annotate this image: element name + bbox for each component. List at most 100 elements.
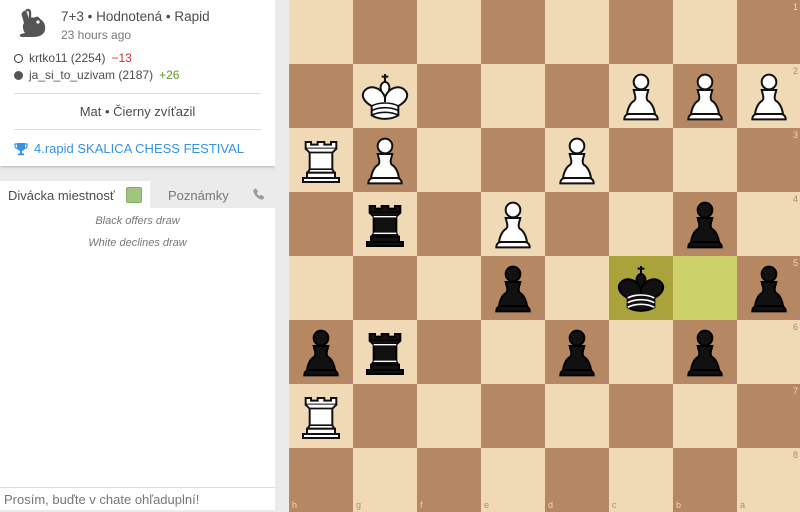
- square-c8[interactable]: c: [609, 448, 673, 512]
- square-b8[interactable]: b: [673, 448, 737, 512]
- square-c1[interactable]: [609, 0, 673, 64]
- square-b1[interactable]: [673, 0, 737, 64]
- square-b3[interactable]: [673, 128, 737, 192]
- square-d3[interactable]: [545, 128, 609, 192]
- player-name[interactable]: ja_si_to_uzivam (2187): [29, 68, 153, 82]
- square-e1[interactable]: [481, 0, 545, 64]
- square-h1[interactable]: [289, 0, 353, 64]
- square-b2[interactable]: [673, 64, 737, 128]
- square-c3[interactable]: [609, 128, 673, 192]
- square-e3[interactable]: [481, 128, 545, 192]
- player-white[interactable]: krtko11 (2254) −13: [14, 51, 132, 65]
- square-h6[interactable]: [289, 320, 353, 384]
- square-e6[interactable]: [481, 320, 545, 384]
- divider: [14, 93, 261, 94]
- chat-input[interactable]: Prosím, buďte v chate ohľaduplní!: [0, 487, 275, 510]
- square-d4[interactable]: [545, 192, 609, 256]
- square-d2[interactable]: [545, 64, 609, 128]
- square-e5[interactable]: [481, 256, 545, 320]
- white-rook-icon[interactable]: [291, 386, 351, 446]
- white-pawn-icon[interactable]: [611, 66, 671, 126]
- square-a3[interactable]: 3: [737, 128, 800, 192]
- square-g3[interactable]: [353, 128, 417, 192]
- black-pawn-icon[interactable]: [547, 322, 607, 382]
- square-h2[interactable]: [289, 64, 353, 128]
- black-pawn-icon[interactable]: [675, 194, 735, 254]
- tab-label[interactable]: Divácka miestnosť: [8, 188, 115, 203]
- square-a4[interactable]: 4: [737, 192, 800, 256]
- player-black[interactable]: ja_si_to_uzivam (2187) +26: [14, 68, 179, 82]
- trophy-icon: [14, 142, 28, 155]
- square-a7[interactable]: 7: [737, 384, 800, 448]
- square-g7[interactable]: [353, 384, 417, 448]
- black-pawn-icon[interactable]: [483, 258, 543, 318]
- square-b6[interactable]: [673, 320, 737, 384]
- white-rook-icon[interactable]: [291, 130, 351, 190]
- black-pawn-icon[interactable]: [675, 322, 735, 382]
- square-f1[interactable]: [417, 0, 481, 64]
- square-e7[interactable]: [481, 384, 545, 448]
- square-b7[interactable]: [673, 384, 737, 448]
- white-pawn-icon[interactable]: [355, 130, 415, 190]
- square-h7[interactable]: [289, 384, 353, 448]
- square-e2[interactable]: [481, 64, 545, 128]
- black-pawn-icon[interactable]: [739, 258, 799, 318]
- square-c2[interactable]: [609, 64, 673, 128]
- square-f5[interactable]: [417, 256, 481, 320]
- square-h3[interactable]: [289, 128, 353, 192]
- square-d7[interactable]: [545, 384, 609, 448]
- square-g4[interactable]: [353, 192, 417, 256]
- white-pawn-icon[interactable]: [483, 194, 543, 254]
- tournament-name[interactable]: 4.rapid SKALICA CHESS FESTIVAL: [34, 141, 244, 156]
- white-pawn-icon[interactable]: [547, 130, 607, 190]
- white-pawn-icon[interactable]: [675, 66, 735, 126]
- tournament-link[interactable]: 4.rapid SKALICA CHESS FESTIVAL: [14, 141, 244, 156]
- square-a2[interactable]: 2: [737, 64, 800, 128]
- black-pawn-icon[interactable]: [291, 322, 351, 382]
- square-g8[interactable]: g: [353, 448, 417, 512]
- rank-label: 1: [792, 2, 798, 12]
- chat-toggle[interactable]: [126, 187, 142, 203]
- black-rook-icon[interactable]: [355, 194, 415, 254]
- square-g2[interactable]: [353, 64, 417, 128]
- square-h4[interactable]: [289, 192, 353, 256]
- chess-board[interactable]: 1 2 3 4 5 6 7 h g f e d c b 8 a: [289, 0, 800, 512]
- white-king-icon[interactable]: [355, 66, 415, 126]
- black-king-icon[interactable]: [611, 258, 671, 318]
- square-g6[interactable]: [353, 320, 417, 384]
- square-f3[interactable]: [417, 128, 481, 192]
- square-e4[interactable]: [481, 192, 545, 256]
- square-c7[interactable]: [609, 384, 673, 448]
- square-f6[interactable]: [417, 320, 481, 384]
- file-label: a: [740, 500, 746, 510]
- square-a1[interactable]: 1: [737, 0, 800, 64]
- square-h5[interactable]: [289, 256, 353, 320]
- square-g5[interactable]: [353, 256, 417, 320]
- game-result: Mat • Čierny zvíťazil: [79, 104, 196, 119]
- white-pawn-icon[interactable]: [739, 66, 799, 126]
- square-d6[interactable]: [545, 320, 609, 384]
- tab-spectator-room[interactable]: Divácka miestnosť: [0, 181, 150, 208]
- square-f8[interactable]: f: [417, 448, 481, 512]
- black-rook-icon[interactable]: [355, 322, 415, 382]
- tab-notes[interactable]: Poznámky: [168, 188, 229, 203]
- square-b5[interactable]: [673, 256, 737, 320]
- phone-icon[interactable]: [251, 186, 267, 202]
- square-c4[interactable]: [609, 192, 673, 256]
- square-f2[interactable]: [417, 64, 481, 128]
- square-e8[interactable]: e: [481, 448, 545, 512]
- square-d8[interactable]: d: [545, 448, 609, 512]
- square-d5[interactable]: [545, 256, 609, 320]
- square-f7[interactable]: [417, 384, 481, 448]
- square-a5[interactable]: 5: [737, 256, 800, 320]
- square-b4[interactable]: [673, 192, 737, 256]
- square-c6[interactable]: [609, 320, 673, 384]
- square-a6[interactable]: 6: [737, 320, 800, 384]
- square-a8[interactable]: 8a: [737, 448, 800, 512]
- player-name[interactable]: krtko11 (2254): [29, 51, 105, 65]
- square-c5[interactable]: [609, 256, 673, 320]
- square-g1[interactable]: [353, 0, 417, 64]
- square-h8[interactable]: h: [289, 448, 353, 512]
- square-f4[interactable]: [417, 192, 481, 256]
- square-d1[interactable]: [545, 0, 609, 64]
